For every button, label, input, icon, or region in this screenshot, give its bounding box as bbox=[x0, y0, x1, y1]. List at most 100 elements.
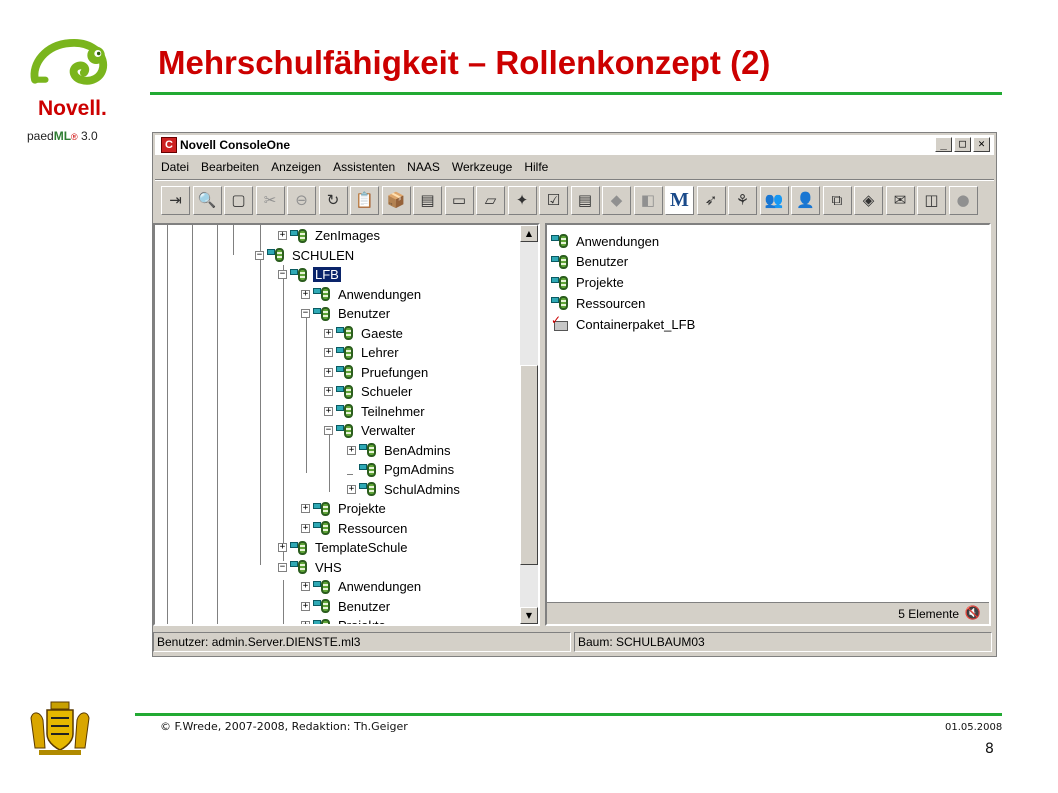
tree-item[interactable]: − Verwalter bbox=[324, 421, 417, 440]
tree-green-icon[interactable]: ➶ bbox=[696, 185, 726, 215]
content-item[interactable]: Benutzer bbox=[551, 252, 630, 272]
people-disabled-icon[interactable]: ● bbox=[948, 185, 978, 215]
tree-item[interactable]: + Projekte bbox=[301, 499, 388, 518]
tree-item[interactable]: + BenAdmins bbox=[347, 441, 452, 460]
tree-item[interactable]: + Pruefungen bbox=[324, 363, 430, 382]
tray-red-icon[interactable]: ▤ bbox=[413, 185, 442, 215]
collapse-icon[interactable]: − bbox=[324, 426, 333, 435]
status-tree: Baum: SCHULBAUM03 bbox=[574, 632, 992, 652]
expand-icon[interactable]: + bbox=[347, 484, 356, 494]
title-divider bbox=[150, 92, 1002, 95]
tree-item[interactable]: + ZenImages bbox=[278, 226, 382, 245]
sub-brand: paedML® 3.0 bbox=[27, 129, 98, 143]
scroll-up-arrow-icon[interactable]: ▲ bbox=[520, 225, 538, 242]
container-icon bbox=[290, 559, 310, 575]
menu-item[interactable]: Datei bbox=[155, 160, 195, 174]
content-item[interactable]: Anwendungen bbox=[551, 231, 661, 251]
tree-item[interactable]: + Gaeste bbox=[324, 324, 405, 343]
menu-item[interactable]: Bearbeiten bbox=[195, 160, 265, 174]
close-button[interactable]: ✕ bbox=[973, 137, 990, 152]
window-icon[interactable]: ◫ bbox=[917, 185, 946, 215]
expand-icon[interactable]: + bbox=[324, 328, 333, 338]
menu-item[interactable]: NAAS bbox=[401, 160, 446, 174]
expand-icon[interactable]: + bbox=[278, 231, 287, 240]
tray-icon[interactable]: ▭ bbox=[444, 185, 474, 215]
expand-icon[interactable]: + bbox=[301, 523, 310, 533]
expand-icon[interactable]: + bbox=[301, 582, 310, 591]
tree-item[interactable]: PgmAdmins bbox=[347, 460, 456, 479]
menu-item[interactable]: Anzeigen bbox=[265, 160, 327, 174]
speaker-icon[interactable]: 🔇 bbox=[965, 606, 981, 621]
cube-icon[interactable]: ◈ bbox=[854, 185, 883, 215]
package-icon[interactable]: 📦 bbox=[381, 185, 411, 215]
tree-item[interactable]: + Ressourcen bbox=[301, 519, 409, 538]
collapse-icon[interactable]: − bbox=[278, 562, 287, 572]
container-icon bbox=[267, 247, 287, 263]
minimize-button[interactable]: _ bbox=[935, 137, 952, 152]
scroll-thumb[interactable] bbox=[520, 365, 538, 565]
user-icon[interactable]: 👤 bbox=[791, 185, 820, 215]
tree-item-label: Ressourcen bbox=[338, 520, 408, 536]
maximize-button[interactable]: □ bbox=[954, 137, 971, 152]
expand-icon[interactable]: + bbox=[301, 289, 310, 299]
expand-icon[interactable]: + bbox=[347, 445, 356, 455]
checklist-icon[interactable]: ☑ bbox=[539, 185, 568, 215]
collapse-icon[interactable]: − bbox=[278, 270, 287, 279]
cut-icon[interactable]: ✂ bbox=[255, 185, 285, 215]
search-window-icon[interactable]: ▢ bbox=[224, 185, 253, 215]
expand-icon[interactable]: + bbox=[278, 543, 287, 552]
tree-item[interactable]: + Benutzer bbox=[301, 597, 392, 616]
tree-item[interactable]: − SCHULEN bbox=[255, 246, 356, 265]
refresh-icon[interactable]: ↻ bbox=[318, 185, 348, 215]
tree-scrollbar[interactable]: ▲ ▼ bbox=[520, 225, 538, 624]
content-item[interactable]: ✓ Containerpaket_LFB bbox=[551, 313, 697, 334]
tree-bare-icon[interactable]: ⚘ bbox=[728, 185, 757, 215]
container-icon bbox=[313, 618, 333, 624]
document-icon[interactable]: ▤ bbox=[570, 185, 600, 215]
tree-item[interactable]: + Anwendungen bbox=[301, 577, 423, 596]
network-icon[interactable]: ✦ bbox=[507, 185, 537, 215]
tree-item[interactable]: + Projekte bbox=[301, 616, 388, 624]
expand-icon[interactable]: + bbox=[324, 406, 333, 416]
expand-icon[interactable]: + bbox=[301, 601, 310, 611]
tree-item[interactable]: + Anwendungen bbox=[301, 285, 423, 304]
tree-item[interactable]: + Teilnehmer bbox=[324, 402, 427, 421]
tree-item[interactable]: + SchulAdmins bbox=[347, 480, 462, 499]
coat-of-arms-icon bbox=[30, 701, 90, 755]
tree-item[interactable]: + Schueler bbox=[324, 382, 414, 401]
tree-item-label: Verwalter bbox=[361, 423, 416, 438]
hierarchy-icon[interactable]: ⧉ bbox=[822, 185, 852, 215]
container-icon bbox=[359, 481, 379, 497]
expand-icon[interactable]: + bbox=[324, 387, 333, 396]
envelope-icon[interactable]: ✉ bbox=[885, 185, 915, 215]
content-item[interactable]: Projekte bbox=[551, 273, 626, 293]
tray-arrow-icon[interactable]: ▱ bbox=[476, 185, 505, 215]
exit-icon[interactable]: ⇥ bbox=[161, 185, 190, 215]
expand-icon[interactable]: + bbox=[301, 621, 310, 624]
tree-view: + ZenImages − SCHULEN − LFB + Anwendungen − Benut… bbox=[155, 225, 520, 624]
expand-icon[interactable]: + bbox=[324, 348, 333, 357]
folder-disabled-icon[interactable]: ◆ bbox=[602, 185, 631, 215]
tree-item[interactable]: − Benutzer bbox=[301, 304, 392, 323]
collapse-icon[interactable]: − bbox=[301, 309, 310, 318]
stop-icon[interactable]: ⊖ bbox=[287, 185, 316, 215]
tree-item[interactable]: + TemplateSchule bbox=[278, 538, 410, 557]
tree-item[interactable]: + Lehrer bbox=[324, 343, 401, 362]
scroll-down-arrow-icon[interactable]: ▼ bbox=[520, 607, 538, 624]
window-titlebar[interactable]: C Novell ConsoleOne _ □ ✕ bbox=[155, 135, 994, 155]
copy-disabled-icon[interactable]: ◧ bbox=[633, 185, 663, 215]
m-letter-icon[interactable]: M bbox=[665, 185, 694, 215]
collapse-icon[interactable]: − bbox=[255, 250, 264, 260]
users-group-icon[interactable]: 👥 bbox=[759, 185, 789, 215]
menu-item[interactable]: Werkzeuge bbox=[446, 160, 518, 174]
find-icon[interactable]: 🔍 bbox=[192, 185, 222, 215]
content-item[interactable]: Ressourcen bbox=[551, 293, 647, 313]
tree-guide-line bbox=[217, 225, 218, 624]
tree-item[interactable]: − VHS bbox=[278, 558, 344, 577]
menu-item[interactable]: Assistenten bbox=[327, 160, 401, 174]
properties-icon[interactable]: 📋 bbox=[350, 185, 379, 215]
menu-item[interactable]: Hilfe bbox=[518, 160, 554, 174]
expand-icon[interactable]: + bbox=[301, 504, 310, 513]
tree-item[interactable]: − LFB bbox=[278, 265, 341, 284]
expand-icon[interactable]: + bbox=[324, 367, 333, 377]
